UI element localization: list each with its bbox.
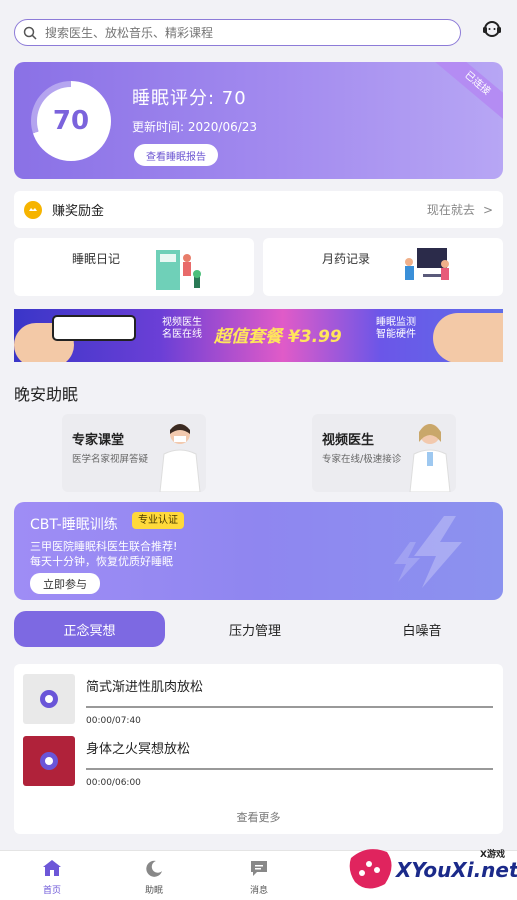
reward-go-link[interactable]: 现在就去 >	[427, 201, 493, 218]
search-icon	[23, 26, 37, 40]
score-ring: 70	[31, 81, 111, 161]
score-value: 70	[52, 106, 90, 136]
track-cover	[23, 674, 75, 724]
sleep-diary-label: 睡眠日记	[72, 252, 121, 266]
banner-right-text: 睡眠监测 智能硬件	[376, 317, 416, 341]
diary-illustration-icon	[156, 250, 201, 290]
nav-messages[interactable]: 消息	[234, 859, 284, 896]
banner-left-line-2: 名医在线	[162, 329, 202, 340]
track-progress-bar[interactable]	[86, 768, 493, 770]
play-disc-icon	[40, 752, 58, 770]
doctor-avatar-icon	[409, 424, 451, 492]
track-name: 简式渐进性肌肉放松	[86, 680, 204, 695]
certified-badge: 专业认证	[132, 512, 184, 529]
play-disc-icon	[40, 690, 58, 708]
tab-mindfulness[interactable]: 正念冥想	[14, 611, 165, 647]
list-item[interactable]: 简式渐进性肌肉放松 00:00/07:40	[14, 674, 503, 730]
medication-illustration-icon	[405, 248, 449, 280]
track-time: 00:00/07:40	[86, 716, 141, 726]
track-time: 00:00/06:00	[86, 778, 141, 788]
cbt-training-card[interactable]: CBT-睡眠训练 专业认证 三甲医院睡眠科医生联合推荐! 每天十分钟，恢复优质好…	[14, 502, 503, 600]
nav-home-label: 首页	[42, 886, 61, 896]
moon-icon	[146, 860, 162, 877]
track-progress-bar[interactable]	[86, 706, 493, 708]
track-cover	[23, 736, 75, 786]
banner-left-text: 视频医生 名医在线	[162, 317, 202, 341]
search-bar[interactable]	[14, 19, 461, 46]
banner-left-line-1: 视频医生	[162, 317, 202, 328]
phone-graphic	[52, 315, 136, 341]
score-updated-time: 更新时间: 2020/06/23	[132, 120, 258, 134]
expert-class-card[interactable]: 专家课堂 医学名家视屏答疑	[62, 414, 206, 492]
cbt-description-1: 三甲医院睡眠科医生联合推荐!	[30, 540, 178, 553]
chevron-right-icon: >	[482, 202, 493, 217]
cbt-description-2: 每天十分钟，恢复优质好睡眠	[30, 555, 173, 568]
coin-icon	[24, 200, 42, 219]
home-icon	[43, 860, 61, 876]
video-doctor-desc: 专家在线/极速接诊	[322, 454, 402, 465]
promo-banner[interactable]: 视频医生 名医在线 超值套餐 ¥3.99 睡眠监测 智能硬件	[14, 309, 503, 362]
reward-row[interactable]: 赚奖励金 现在就去 >	[14, 191, 503, 228]
message-icon	[251, 861, 267, 876]
video-doctor-card[interactable]: 视频医生 专家在线/极速接诊	[312, 414, 456, 492]
expert-class-desc: 医学名家视屏答疑	[72, 454, 149, 465]
score-title: 睡眠评分: 70	[132, 88, 247, 109]
expert-class-title: 专家课堂	[72, 433, 125, 448]
section-title: 晚安助眠	[14, 385, 79, 404]
nav-messages-label: 消息	[249, 886, 268, 896]
audio-list: 简式渐进性肌肉放松 00:00/07:40 身体之火冥想放松 00:00/06:…	[14, 664, 503, 834]
home-screen: 70 睡眠评分: 70 更新时间: 2020/06/23 查看睡眠报告 已连接 …	[0, 0, 517, 900]
medication-record-label: 月药记录	[322, 252, 371, 266]
banner-right-line-2: 智能硬件	[376, 329, 416, 340]
tab-white-noise[interactable]: 白噪音	[370, 611, 474, 647]
track-name: 身体之火冥想放松	[86, 742, 191, 757]
banner-center-text: 超值套餐 ¥3.99	[214, 327, 342, 347]
view-more-link[interactable]: 查看更多	[14, 809, 503, 825]
lightning-icon	[394, 516, 462, 588]
video-doctor-title: 视频医生	[322, 433, 375, 448]
customer-service-icon[interactable]	[480, 17, 504, 41]
nav-home[interactable]: 首页	[27, 859, 77, 896]
join-now-button[interactable]: 立即参与	[30, 573, 100, 594]
medication-record-card[interactable]: 月药记录	[263, 238, 503, 296]
list-item[interactable]: 身体之火冥想放松 00:00/06:00	[14, 736, 503, 792]
view-report-button[interactable]: 查看睡眠报告	[134, 144, 218, 166]
sleep-score-card[interactable]: 70 睡眠评分: 70 更新时间: 2020/06/23 查看睡眠报告 已连接	[14, 62, 503, 179]
nav-sleep-label: 助眠	[144, 886, 163, 896]
cbt-title: CBT-睡眠训练	[30, 517, 118, 533]
hand-device-graphic	[433, 313, 503, 362]
watermark-text: XYouXi.net	[396, 858, 517, 882]
reward-label: 赚奖励金	[52, 204, 105, 219]
sleep-diary-card[interactable]: 睡眠日记	[14, 238, 254, 296]
doctor-avatar-icon	[159, 424, 201, 492]
search-input[interactable]	[45, 25, 425, 40]
tab-stress-management[interactable]: 压力管理	[200, 611, 310, 647]
nav-sleep-aid[interactable]: 助眠	[129, 859, 179, 896]
reward-go-label: 现在就去	[426, 203, 475, 217]
banner-right-line-1: 睡眠监测	[376, 317, 416, 328]
connected-status-ribbon: 已连接	[432, 62, 503, 124]
